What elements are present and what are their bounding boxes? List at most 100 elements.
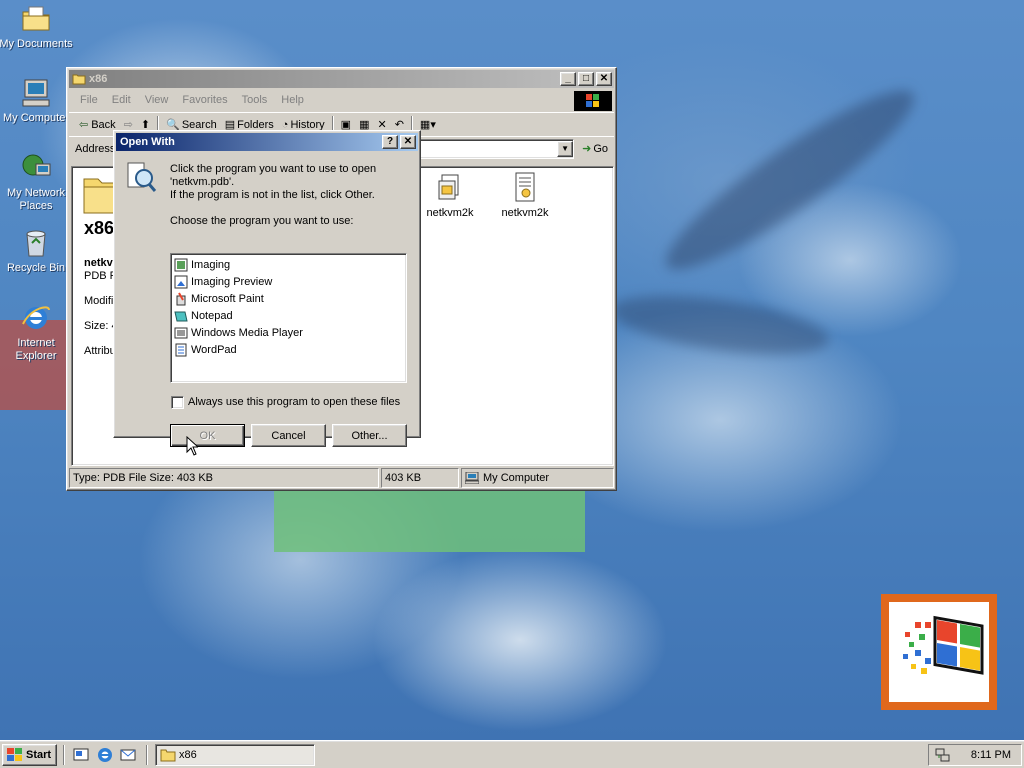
windows-flag-icon: [7, 748, 23, 762]
cancel-button[interactable]: Cancel: [251, 424, 326, 447]
address-label: Address: [75, 142, 116, 155]
desktop-icon-my-computer[interactable]: My Computer: [0, 77, 74, 125]
ok-button[interactable]: OK: [170, 424, 245, 447]
wallpaper-patch: [274, 488, 585, 552]
always-use-checkbox[interactable]: [171, 396, 184, 409]
program-item-wordpad[interactable]: WordPad: [174, 341, 406, 358]
notepad-icon: [174, 309, 188, 323]
program-item-notepad[interactable]: Notepad: [174, 307, 406, 324]
chevron-down-icon[interactable]: ▼: [557, 140, 574, 157]
taskbar-button-label: x86: [179, 749, 197, 761]
windows-logo: [881, 594, 997, 710]
file-item-label: netkvm2k: [426, 207, 474, 219]
go-label: Go: [593, 142, 608, 155]
menu-view[interactable]: View: [138, 94, 176, 106]
program-label: Imaging: [191, 258, 231, 271]
menu-tools[interactable]: Tools: [235, 94, 275, 106]
recycle-bin-icon: [20, 227, 52, 259]
taskbar-separator: [146, 745, 148, 765]
program-label: Microsoft Paint: [191, 292, 264, 305]
start-label: Start: [26, 749, 52, 761]
program-label: Notepad: [191, 309, 233, 322]
go-button[interactable]: ➜ Go: [578, 138, 614, 160]
dialog-titlebar[interactable]: Open With ? ✕: [116, 133, 418, 151]
ie-icon[interactable]: [96, 746, 114, 764]
desktop-icon-label: Internet Explorer: [15, 337, 57, 362]
folder-icon: [20, 3, 52, 35]
search-label: Search: [181, 118, 217, 131]
dialog-instructions: Click the program you want to use to ope…: [170, 163, 376, 202]
go-arrow-icon: ➜: [582, 143, 592, 155]
explorer-title: x86: [89, 73, 108, 85]
file-item-label: netkvm2k: [501, 207, 549, 219]
dialog-close-button[interactable]: ✕: [400, 135, 416, 149]
desktop-icon-recycle-bin[interactable]: Recycle Bin: [0, 227, 74, 275]
windows-throbber-icon: [574, 91, 612, 111]
file-item[interactable]: netkvm2k: [418, 171, 482, 219]
history-label: History: [290, 118, 325, 131]
minimize-button[interactable]: _: [560, 72, 576, 86]
status-bar: Type: PDB File Size: 403 KB 403 KB My Co…: [69, 468, 616, 488]
computer-icon: [464, 471, 480, 485]
setup-file-icon: [434, 171, 466, 203]
folders-label: Folders: [237, 118, 274, 131]
program-item-paint[interactable]: Microsoft Paint: [174, 290, 406, 307]
dialog-title: Open With: [120, 136, 175, 148]
status-zone: My Computer: [461, 468, 614, 488]
open-with-dialog: Open With ? ✕ Click the program you want…: [113, 130, 421, 456]
program-item-imaging[interactable]: Imaging: [174, 256, 406, 273]
taskbar: Start x86 8:11 PM: [0, 740, 1024, 768]
desktop-icon-label: My Documents: [0, 38, 73, 50]
menu-help[interactable]: Help: [274, 94, 311, 106]
media-player-icon: [174, 326, 188, 340]
folder-icon: [160, 748, 176, 762]
imaging-preview-icon: [174, 275, 188, 289]
always-use-label: Always use this program to open these fi…: [188, 396, 401, 408]
program-label: Windows Media Player: [191, 326, 303, 339]
wallpaper-diver: [649, 69, 931, 291]
wallpaper-diver-shadow: [607, 284, 833, 366]
desktop-icon-label: My Network Places: [6, 187, 66, 212]
menu-bar: File Edit View Favorites Tools Help: [69, 90, 614, 111]
instruction-line: Click the program you want to use to ope…: [170, 163, 377, 175]
ie-icon: [20, 302, 52, 334]
taskbar-separator: [63, 745, 65, 765]
file-item[interactable]: netkvm2k: [493, 171, 557, 219]
paint-icon: [174, 292, 188, 306]
imaging-icon: [174, 258, 188, 272]
help-button[interactable]: ?: [382, 135, 398, 149]
back-arrow-icon: ⇦: [79, 119, 89, 131]
desktop-icon-my-documents[interactable]: My Documents: [0, 3, 74, 51]
menu-edit[interactable]: Edit: [105, 94, 138, 106]
close-button[interactable]: ✕: [596, 72, 612, 86]
status-type-size: Type: PDB File Size: 403 KB: [69, 468, 379, 488]
start-button[interactable]: Start: [2, 744, 57, 766]
clock[interactable]: 8:11 PM: [971, 749, 1021, 761]
desktop-icon-label: Recycle Bin: [6, 262, 66, 274]
wordpad-icon: [174, 343, 188, 357]
taskbar-button-x86[interactable]: x86: [155, 744, 315, 766]
status-zone-label: My Computer: [483, 472, 550, 484]
network-connection-icon[interactable]: [935, 747, 951, 763]
desktop-icon-internet-explorer[interactable]: Internet Explorer: [0, 302, 74, 363]
magnifier-document-icon: [124, 161, 158, 198]
show-desktop-icon[interactable]: [72, 746, 90, 764]
program-list[interactable]: Imaging Imaging Preview Microsoft Paint …: [170, 253, 407, 383]
system-tray: 8:11 PM: [928, 744, 1022, 766]
desktop-icon-network[interactable]: My Network Places: [0, 152, 74, 213]
maximize-button[interactable]: □: [578, 72, 594, 86]
explorer-titlebar[interactable]: x86 _ □ ✕: [69, 70, 614, 88]
menu-favorites[interactable]: Favorites: [175, 94, 234, 106]
program-item-imaging-preview[interactable]: Imaging Preview: [174, 273, 406, 290]
other-button[interactable]: Other...: [332, 424, 407, 447]
program-label: WordPad: [191, 343, 237, 356]
computer-icon: [20, 77, 52, 109]
network-icon: [20, 152, 52, 184]
folder-info-title: x86: [84, 218, 115, 238]
outlook-express-icon[interactable]: [119, 746, 137, 764]
history-icon: ◔: [281, 118, 289, 131]
menu-file[interactable]: File: [73, 94, 105, 106]
instruction-line: 'netkvm.pdb'.: [170, 176, 235, 188]
status-size: 403 KB: [381, 468, 459, 488]
program-item-media-player[interactable]: Windows Media Player: [174, 324, 406, 341]
